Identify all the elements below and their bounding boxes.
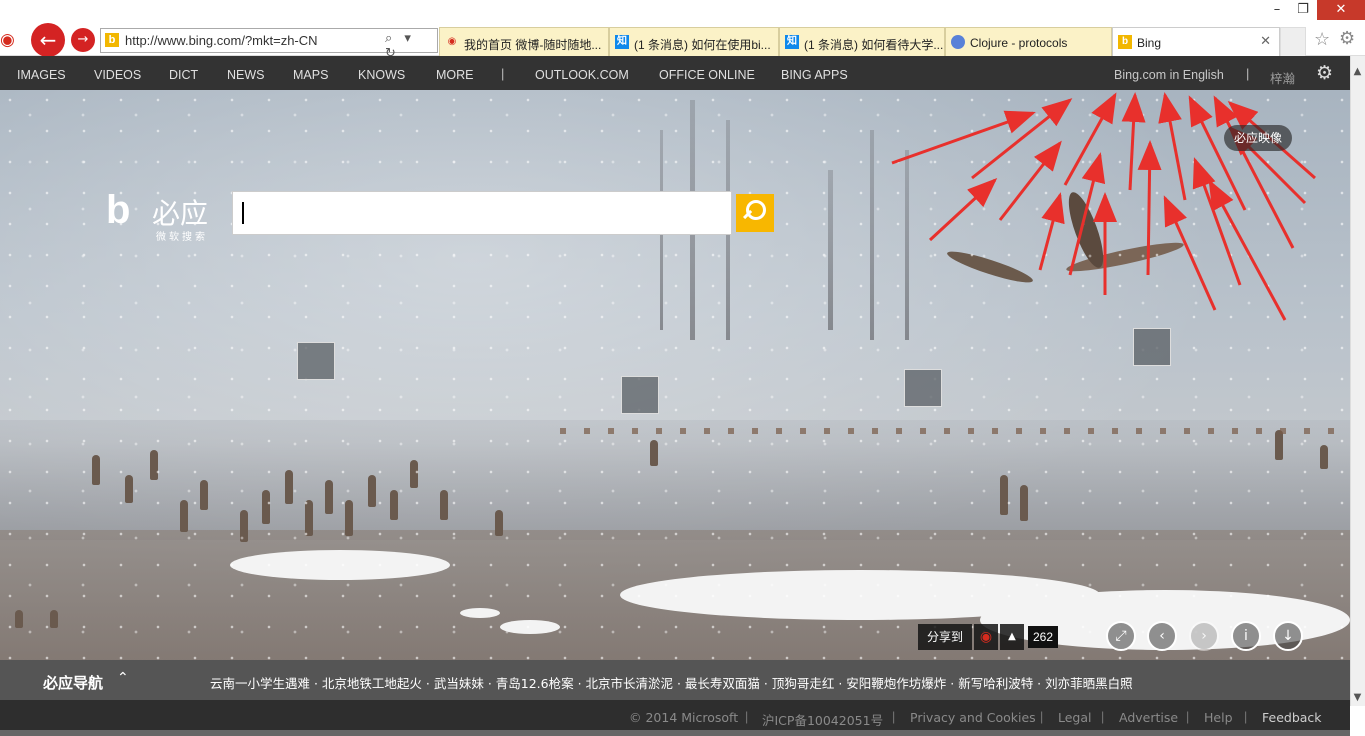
- share-button[interactable]: 分享到: [918, 624, 972, 650]
- chevron-up-icon[interactable]: ⌃: [117, 670, 129, 686]
- arrow: [998, 140, 1062, 221]
- bing-logo-name: 必应: [152, 197, 209, 230]
- copyright-text: © 2014 Microsoft: [629, 710, 739, 725]
- arrow: [928, 177, 998, 242]
- share-count: 262: [1028, 626, 1058, 648]
- next-image-icon[interactable]: ›: [1189, 621, 1219, 651]
- arrow: [1121, 92, 1146, 191]
- news-navigation-bar: 必应导航 ⌃ 云南一小学生遇难 · 北京地铁工地起火 · 武当妹妹 · 青岛12…: [0, 660, 1350, 700]
- footer-separator: |: [1101, 710, 1105, 724]
- search-input[interactable]: [232, 191, 732, 235]
- arrow: [1068, 152, 1106, 276]
- footer-separator: |: [745, 710, 749, 724]
- help-link[interactable]: Help: [1204, 710, 1233, 725]
- download-icon[interactable]: ↓: [1273, 621, 1303, 651]
- footer-separator: |: [1040, 710, 1044, 724]
- arrow: [1163, 195, 1217, 311]
- bing-logo-subtitle: 微软搜索: [156, 232, 208, 243]
- text-cursor: [242, 202, 244, 224]
- advertise-link[interactable]: Advertise: [1119, 710, 1178, 725]
- previous-image-icon[interactable]: ‹: [1147, 621, 1177, 651]
- taskbar: [0, 730, 1350, 736]
- expand-icon[interactable]: ⤢: [1106, 621, 1136, 651]
- image-story-button[interactable]: 必应映像: [1224, 125, 1292, 151]
- bing-navigation-title[interactable]: 必应导航: [43, 672, 103, 693]
- trending-news-list[interactable]: 云南一小学生遇难 · 北京地铁工地起火 · 武当妹妹 · 青岛12.6枪案 · …: [210, 673, 1133, 692]
- privacy-link[interactable]: Privacy and Cookies: [910, 710, 1036, 725]
- footer-separator: |: [892, 710, 896, 724]
- footer-separator: |: [1186, 710, 1190, 724]
- arrow: [1063, 92, 1117, 186]
- share-expand-icon[interactable]: ▲: [1000, 624, 1024, 650]
- arrow: [1208, 179, 1287, 321]
- arrow: [1158, 92, 1187, 201]
- feedback-link[interactable]: Feedback: [1262, 710, 1322, 725]
- arrow: [971, 98, 1073, 180]
- weibo-share-icon[interactable]: ◉: [974, 624, 998, 650]
- arrow: [1038, 192, 1065, 271]
- arrow: [891, 110, 1036, 165]
- footer-separator: |: [1244, 710, 1248, 724]
- info-icon[interactable]: i: [1231, 621, 1261, 651]
- bing-logo-mark: b: [106, 188, 131, 232]
- icp-link[interactable]: 沪ICP备10042051号: [762, 710, 883, 729]
- search-button[interactable]: [736, 194, 774, 232]
- arrow: [1137, 140, 1162, 276]
- legal-link[interactable]: Legal: [1058, 710, 1092, 725]
